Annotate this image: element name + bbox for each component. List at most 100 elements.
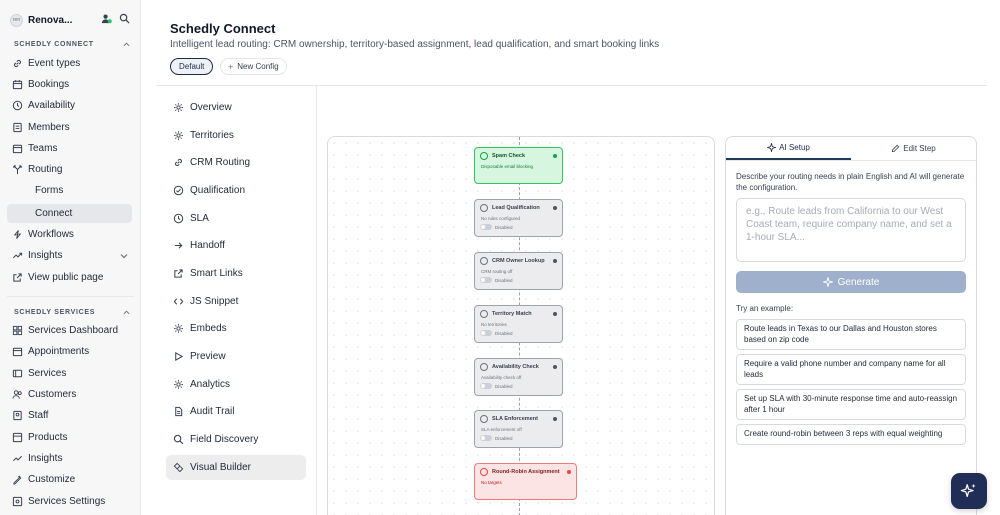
workspace-switcher[interactable]: ren Renova... <box>10 12 130 28</box>
sidebar-item-teams[interactable]: Teams <box>7 139 132 158</box>
example-prompt-4[interactable]: Create round-robin between 3 reps with e… <box>736 424 966 445</box>
clock-icon <box>12 100 23 111</box>
map-pin-icon <box>480 310 488 318</box>
sidebar-item-products[interactable]: Products <box>7 428 132 447</box>
node-toggle[interactable] <box>480 330 492 336</box>
sparkle-icon <box>767 143 777 152</box>
check-circle-icon <box>480 204 488 212</box>
sidebar-item-forms[interactable]: Forms <box>7 181 132 200</box>
example-prompt-2[interactable]: Require a valid phone number and company… <box>736 354 966 385</box>
flow-icon <box>173 462 184 473</box>
menu-item-smart-links[interactable]: Smart Links <box>166 261 306 286</box>
menu-item-js-snippet[interactable]: JS Snippet <box>166 289 306 314</box>
connection-dot[interactable] <box>553 312 557 316</box>
node-toggle[interactable] <box>480 435 492 441</box>
menu-item-handoff[interactable]: Handoff <box>166 233 306 258</box>
menu-item-embeds[interactable]: Embeds <box>166 316 306 341</box>
sidebar-item-insights[interactable]: Insights <box>7 246 132 265</box>
workflow-icon <box>13 230 22 239</box>
menu-item-field-discovery[interactable]: Field Discovery <box>166 427 306 452</box>
node-toggle[interactable] <box>480 277 492 283</box>
sidebar-item-appointments[interactable]: Appointments <box>7 342 132 361</box>
header-divider <box>156 85 987 86</box>
menu-item-qualification[interactable]: Qualification <box>166 178 306 203</box>
menu-item-sla[interactable]: SLA <box>166 206 306 231</box>
flow-node-lead-qualification[interactable]: Lead Qualification No rules configured D… <box>474 199 563 237</box>
sidebar-item-workflows[interactable]: Workflows <box>7 225 132 244</box>
flow-node-sla-enforcement[interactable]: SLA Enforcement SLA enforcement off Disa… <box>474 410 563 448</box>
node-toggle[interactable] <box>480 383 492 389</box>
calendar-icon <box>12 347 23 357</box>
connection-dot[interactable] <box>553 206 557 210</box>
link-icon <box>480 257 488 265</box>
customize-icon <box>13 475 22 485</box>
clock-icon <box>480 415 488 423</box>
menu-item-crm-routing[interactable]: CRM Routing <box>166 150 306 175</box>
sidebar-item-availability[interactable]: Availability <box>7 96 132 115</box>
section-header-schedly-connect[interactable]: SCHEDLY CONNECT <box>14 41 130 48</box>
sidebar-divider <box>7 296 134 297</box>
ai-assistant-button[interactable] <box>951 473 987 509</box>
generate-button[interactable]: Generate <box>736 271 966 293</box>
workspace-avatar: ren <box>10 13 23 27</box>
arrow-right-icon <box>174 242 183 249</box>
tab-edit-step[interactable]: Edit Step <box>851 137 976 160</box>
teams-icon <box>12 144 23 154</box>
users-icon <box>12 390 22 399</box>
flow-canvas[interactable]: Spam Check Disposable email blocking Lea… <box>327 136 715 515</box>
ai-setup-description: Describe your routing needs in plain Eng… <box>736 172 965 192</box>
flow-node-round-robin-assignment[interactable]: Round-Robin Assignment No targets <box>474 463 577 500</box>
routing-icon <box>13 165 22 175</box>
connection-dot[interactable] <box>553 365 557 369</box>
flow-node-territory-match[interactable]: Territory Match No territories Disabled <box>474 305 563 343</box>
sidebar-item-members[interactable]: Members <box>7 118 132 137</box>
sidebar-item-customers[interactable]: Customers <box>7 385 132 404</box>
flow-node-spam-check[interactable]: Spam Check Disposable email blocking <box>474 147 563 184</box>
link-icon <box>14 59 21 68</box>
search-icon[interactable] <box>119 13 130 24</box>
menu-item-overview[interactable]: Overview <box>166 95 306 120</box>
menu-item-visual-builder[interactable]: Visual Builder <box>166 455 306 480</box>
connection-dot[interactable] <box>553 154 557 158</box>
sidebar-item-services-insights[interactable]: Insights <box>7 449 132 468</box>
connection-dot[interactable] <box>567 470 571 474</box>
node-toggle[interactable] <box>480 224 492 230</box>
sidebar-item-customize[interactable]: Customize <box>7 470 132 489</box>
user-status-icon[interactable] <box>101 13 112 24</box>
sidebar-item-services[interactable]: Services <box>7 364 132 383</box>
menu-item-preview[interactable]: Preview <box>166 344 306 369</box>
grid-icon <box>12 325 23 336</box>
tab-ai-setup[interactable]: AI Setup <box>726 137 851 160</box>
routing-prompt-input[interactable]: e.g., Route leads from California to our… <box>736 198 966 262</box>
sidebar-item-routing[interactable]: Routing <box>7 160 132 179</box>
edit-icon <box>892 144 900 153</box>
menu-item-audit-trail[interactable]: Audit Trail <box>166 399 306 424</box>
connection-dot[interactable] <box>553 417 557 421</box>
insights-icon <box>13 455 22 462</box>
sidebar-item-bookings[interactable]: Bookings <box>7 75 132 94</box>
flow-node-availability-check[interactable]: Availability Check Availability check of… <box>474 358 563 396</box>
example-prompt-1[interactable]: Route leads in Texas to our Dallas and H… <box>736 319 966 350</box>
staff-icon <box>13 410 22 421</box>
external-link-icon <box>13 273 22 282</box>
sidebar-item-view-public-page[interactable]: View public page <box>7 268 132 287</box>
connection-dot[interactable] <box>553 259 557 263</box>
external-link-icon <box>174 269 183 278</box>
example-prompt-3[interactable]: Set up SLA with 30-minute response time … <box>736 389 966 420</box>
menu-item-analytics[interactable]: Analytics <box>166 372 306 397</box>
sidebar-item-services-dashboard[interactable]: Services Dashboard <box>7 321 132 340</box>
menu-item-territories[interactable]: Territories <box>166 123 306 148</box>
section-header-schedly-services[interactable]: SCHEDLY SERVICES <box>14 309 130 316</box>
sidebar-item-event-types[interactable]: Event types <box>7 54 132 73</box>
sidebar-item-staff[interactable]: Staff <box>7 406 132 425</box>
services-icon <box>12 369 23 378</box>
chevron-up-icon <box>123 309 130 316</box>
sidebar-item-connect[interactable]: Connect <box>7 204 132 223</box>
config-default-pill[interactable]: Default <box>170 58 214 75</box>
ai-setup-panel: AI Setup Edit Step Describe your routing… <box>725 136 977 515</box>
play-icon <box>175 351 184 362</box>
flow-node-crm-owner-lookup[interactable]: CRM Owner Lookup CRM routing off Disable… <box>474 252 563 290</box>
new-config-button[interactable]: + New Config <box>220 58 287 75</box>
panel-tabs: AI Setup Edit Step <box>726 137 976 161</box>
sidebar-item-services-settings[interactable]: Services Settings <box>7 492 132 511</box>
